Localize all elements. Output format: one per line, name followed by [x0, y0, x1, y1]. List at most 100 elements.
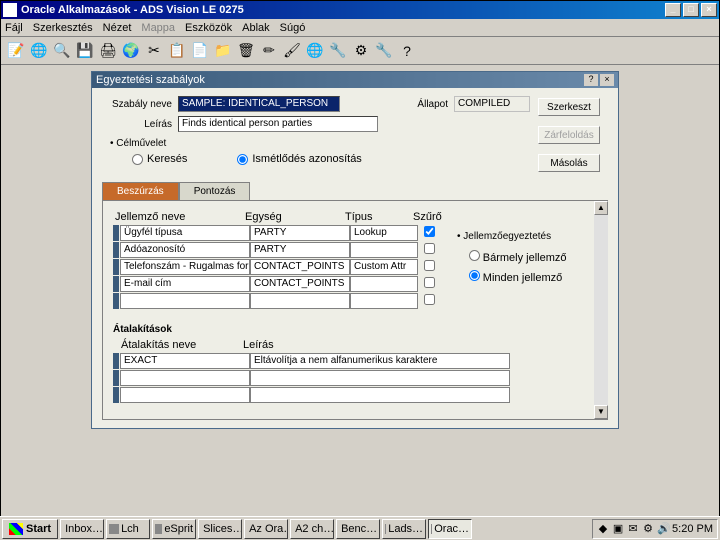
trans-name[interactable] [120, 370, 250, 386]
trans-desc[interactable] [250, 370, 510, 386]
cell-filter[interactable] [418, 276, 440, 292]
grid-row[interactable]: E-mail címCONTACT_POINTS [113, 276, 447, 292]
scissors-icon[interactable]: ✂ [145, 42, 163, 60]
menu-mappa[interactable]: Mappa [141, 22, 175, 34]
trans-row[interactable] [113, 387, 597, 403]
task-button[interactable]: Lads… [382, 519, 426, 539]
cell-eg[interactable]: PARTY [250, 242, 350, 258]
search-icon[interactable]: 🔍 [53, 42, 71, 60]
gear-icon[interactable]: ⚙ [352, 42, 370, 60]
row-marker [113, 242, 119, 258]
trans-desc[interactable]: Eltávolítja a nem alfanumerikus karakter… [250, 353, 510, 369]
globe2-icon[interactable]: 🌐 [306, 42, 324, 60]
scroll-down-icon[interactable]: ▼ [594, 405, 608, 419]
cell-name[interactable]: Ügyfél típusa [120, 225, 250, 241]
wrench2-icon[interactable]: 🔧 [375, 42, 393, 60]
inner-help-button[interactable]: ? [584, 74, 598, 86]
szerkeszt-button[interactable]: Szerkeszt [538, 98, 600, 116]
cell-eg[interactable]: PARTY [250, 225, 350, 241]
radio-kereses[interactable]: Keresés [132, 153, 187, 165]
world-icon[interactable]: 🌍 [122, 42, 140, 60]
tray-icon-2[interactable]: ▣ [612, 523, 624, 535]
task-button[interactable]: eSprit [152, 519, 196, 539]
wrench-icon[interactable]: 🔧 [329, 42, 347, 60]
cell-filter[interactable] [418, 259, 440, 275]
menu-szerkesztes[interactable]: Szerkesztés [33, 22, 93, 34]
menu-eszkozok[interactable]: Eszközök [185, 22, 232, 34]
globe-icon[interactable]: 🌐 [30, 42, 48, 60]
paste-icon[interactable]: 📄 [191, 42, 209, 60]
radio-minden[interactable]: Minden jellemző [457, 270, 597, 284]
row-marker [113, 259, 119, 275]
task-button[interactable]: Slices… [198, 519, 242, 539]
folder-icon[interactable]: 📁 [214, 42, 232, 60]
brush-icon[interactable]: 🖌 [283, 42, 301, 60]
leiras-input[interactable]: Finds identical person parties [178, 116, 378, 132]
cell-type[interactable] [350, 242, 418, 258]
menu-sugo[interactable]: Súgó [280, 22, 306, 34]
cell-filter[interactable] [418, 225, 440, 241]
zarfeloldas-button[interactable]: Zárfeloldás [538, 126, 600, 144]
task-button[interactable]: Inbox… [60, 519, 104, 539]
cell-type[interactable]: Lookup [350, 225, 418, 241]
inner-close-button[interactable]: × [600, 74, 614, 86]
cell-eg[interactable]: CONTACT_POINTS [250, 259, 350, 275]
grid-row[interactable] [113, 293, 447, 309]
cell-type[interactable] [350, 293, 418, 309]
trans-desc[interactable] [250, 387, 510, 403]
cell-name[interactable] [120, 293, 250, 309]
trans-row[interactable]: EXACTEltávolítja a nem alfanumerikus kar… [113, 353, 597, 369]
task-button[interactable]: Orac… [428, 519, 472, 539]
tab-beszurzas[interactable]: Beszúrzás [102, 182, 179, 200]
grid-row[interactable]: Telefonszám - Rugalmas formáCONTACT_POIN… [113, 259, 447, 275]
cell-name[interactable]: E-mail cím [120, 276, 250, 292]
tray-icon-3[interactable]: ✉ [627, 523, 639, 535]
scrollbar[interactable]: ▲ ▼ [594, 201, 608, 419]
tray-icon-1[interactable]: ◆ [597, 523, 609, 535]
tray-icon-5[interactable]: 🔊 [657, 523, 669, 535]
row-marker [113, 293, 119, 309]
radio-ismetlodes[interactable]: Ismétlődés azonosítás [237, 153, 361, 165]
grid-row[interactable]: Ügyfél típusaPARTYLookup [113, 225, 447, 241]
copy-icon[interactable]: 📋 [168, 42, 186, 60]
scroll-up-icon[interactable]: ▲ [594, 201, 608, 215]
maximize-button[interactable]: □ [683, 3, 699, 17]
cell-eg[interactable]: CONTACT_POINTS [250, 276, 350, 292]
save-icon[interactable]: 💾 [76, 42, 94, 60]
col-eg: Egység [243, 211, 343, 223]
szabaly-input[interactable]: SAMPLE: IDENTICAL_PERSON [178, 96, 340, 112]
tray-icon-4[interactable]: ⚙ [642, 523, 654, 535]
doc-icon[interactable]: 📝 [7, 42, 25, 60]
trans-name[interactable] [120, 387, 250, 403]
minimize-button[interactable]: _ [665, 3, 681, 17]
task-button[interactable]: Benc… [336, 519, 380, 539]
task-button[interactable]: A2 ch… [290, 519, 334, 539]
row-marker [113, 353, 119, 369]
cell-name[interactable]: Adóazonosító [120, 242, 250, 258]
tab-pontozas[interactable]: Pontozás [179, 182, 251, 200]
task-button[interactable]: Az Ora… [244, 519, 288, 539]
cell-type[interactable]: Custom Attr [350, 259, 418, 275]
cell-type[interactable] [350, 276, 418, 292]
cell-filter[interactable] [418, 293, 440, 309]
celmuvelet-header: • Célművelet [110, 138, 530, 149]
trash-icon[interactable]: 🗑 [237, 42, 255, 60]
task-button[interactable]: Lch [106, 519, 150, 539]
menu-fajl[interactable]: Fájl [5, 22, 23, 34]
close-button[interactable]: × [701, 3, 717, 17]
help-icon[interactable]: ? [398, 42, 416, 60]
trans-row[interactable] [113, 370, 597, 386]
print-icon[interactable]: 🖨 [99, 42, 117, 60]
radio-barmely[interactable]: Bármely jellemző [457, 250, 597, 264]
start-button[interactable]: Start [2, 519, 58, 539]
masolas-button[interactable]: Másolás [538, 154, 600, 172]
grid-row[interactable]: AdóazonosítóPARTY [113, 242, 447, 258]
cell-filter[interactable] [418, 242, 440, 258]
match-title: • Jellemzőegyeztetés [457, 231, 597, 242]
menu-ablak[interactable]: Ablak [242, 22, 270, 34]
cell-eg[interactable] [250, 293, 350, 309]
trans-name[interactable]: EXACT [120, 353, 250, 369]
pencil-icon[interactable]: ✏ [260, 42, 278, 60]
cell-name[interactable]: Telefonszám - Rugalmas formá [120, 259, 250, 275]
menu-nezet[interactable]: Nézet [103, 22, 132, 34]
